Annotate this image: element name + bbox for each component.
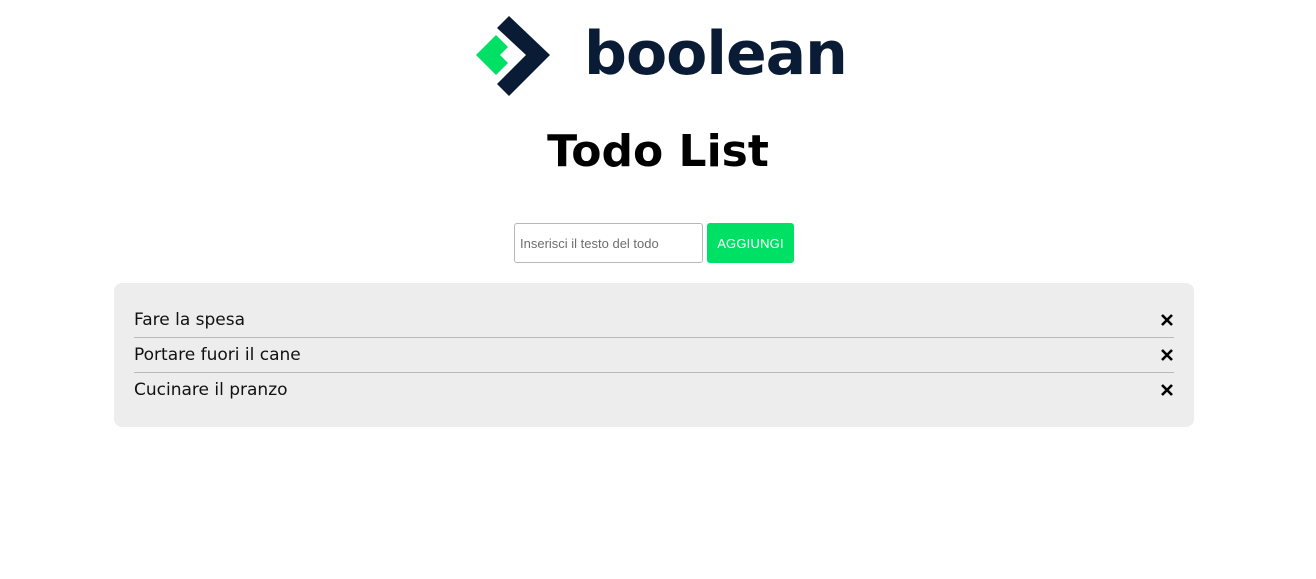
todo-list-panel: Fare la spesa Portare fuori il cane Cuci… [114, 283, 1194, 427]
todo-item-text: Fare la spesa [134, 310, 246, 330]
todo-item: Cucinare il pranzo [134, 373, 1174, 407]
todo-item-text: Cucinare il pranzo [134, 380, 288, 400]
todo-text-input[interactable] [514, 223, 703, 263]
close-icon[interactable] [1160, 383, 1174, 397]
page-title: Todo List [547, 126, 769, 177]
todo-item-text: Portare fuori il cane [134, 345, 301, 365]
close-icon[interactable] [1160, 348, 1174, 362]
boolean-logo-icon [476, 16, 550, 96]
close-icon[interactable] [1160, 313, 1174, 327]
boolean-logo: boolean [476, 16, 848, 98]
todo-item: Fare la spesa [134, 303, 1174, 338]
add-todo-button[interactable]: AGGIUNGI [707, 223, 794, 263]
todo-item: Portare fuori il cane [134, 338, 1174, 373]
logo-wordmark: boolean [584, 19, 848, 89]
todo-list: Fare la spesa Portare fuori il cane Cuci… [134, 303, 1174, 407]
